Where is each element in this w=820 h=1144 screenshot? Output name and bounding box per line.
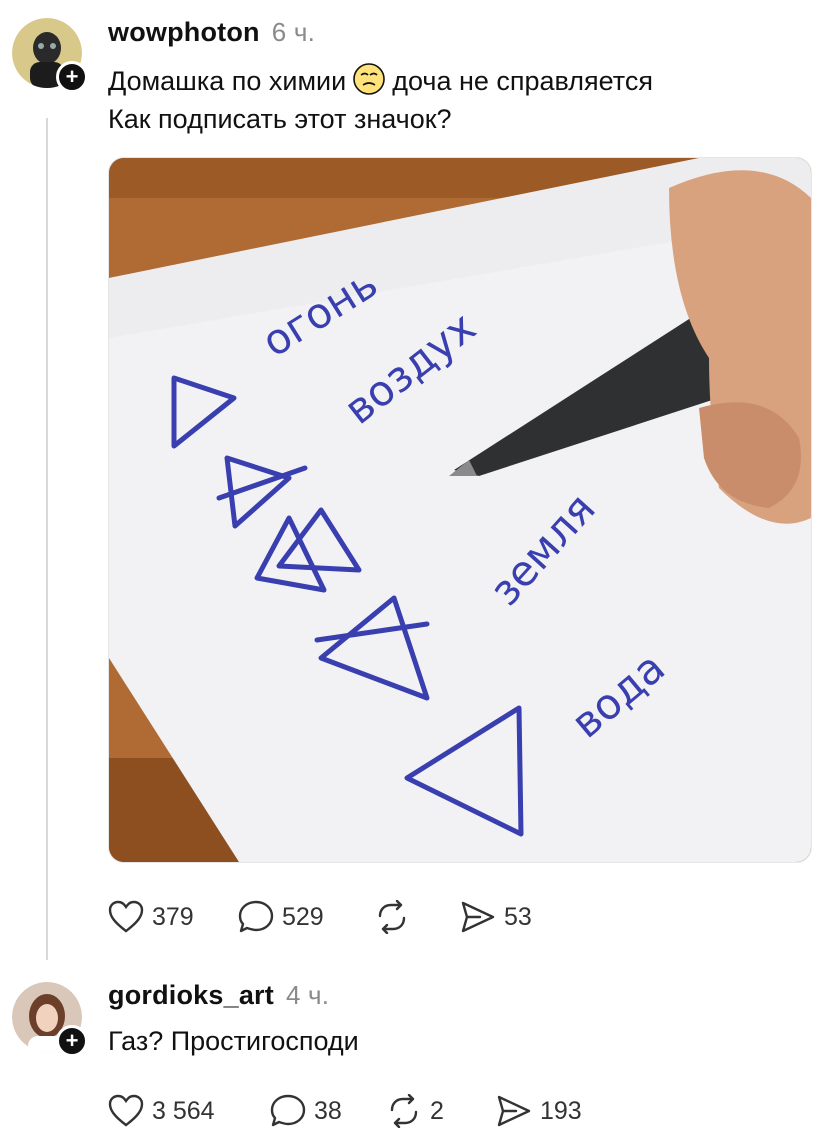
reply-comment-count: 38 (314, 1096, 342, 1125)
comment-icon (238, 900, 274, 933)
post-image[interactable]: огонь воздух земля вода (108, 157, 812, 863)
heart-icon (108, 900, 144, 933)
reply-like-button[interactable]: 3 564 (108, 1094, 270, 1128)
share-icon (461, 901, 495, 933)
reply-username[interactable]: gordioks_art (108, 980, 274, 1010)
post-author[interactable]: wowphoton 6 ч. (108, 17, 315, 48)
reply-share-button[interactable]: 193 (496, 1094, 582, 1128)
post-text-line-1: Домашка по химии доча не справляется (108, 62, 653, 97)
post-text-part-b: доча не справляется (392, 66, 653, 96)
reply-follow-button[interactable]: + (56, 1025, 88, 1057)
comment-button[interactable]: 529 (238, 900, 374, 934)
repost-button[interactable] (374, 900, 460, 934)
share-icon (497, 1095, 531, 1127)
heart-icon (108, 1094, 144, 1127)
post-timestamp: 6 ч. (271, 17, 316, 47)
post-username[interactable]: wowphoton (108, 17, 260, 47)
follow-button[interactable]: + (56, 61, 88, 93)
like-button[interactable]: 379 (108, 900, 238, 934)
post-text-line-2: Как подписать этот значок? (108, 104, 452, 134)
share-button[interactable]: 53 (460, 900, 532, 934)
reply-author[interactable]: gordioks_art 4 ч. (108, 980, 329, 1011)
reply-repost-button[interactable]: 2 (386, 1094, 496, 1128)
reply-share-count: 193 (540, 1096, 582, 1125)
repost-icon (378, 900, 406, 934)
repost-icon (390, 1094, 418, 1128)
reply-text: Газ? Простигосподи (108, 1026, 359, 1056)
plus-icon: + (65, 1028, 79, 1053)
comment-icon (270, 1094, 306, 1127)
thread-line (46, 118, 48, 960)
reply-like-count: 3 564 (152, 1096, 215, 1125)
share-count: 53 (504, 902, 532, 931)
reply-repost-count: 2 (430, 1096, 444, 1125)
reply-comment-button[interactable]: 38 (270, 1094, 386, 1128)
plus-icon: + (65, 64, 79, 89)
emoji-icon (353, 63, 386, 95)
like-count: 379 (152, 902, 194, 931)
reply-actions: 3 564 38 2 193 (108, 1094, 582, 1128)
post-text-part-a: Домашка по химии (108, 66, 347, 96)
comment-count: 529 (282, 902, 324, 931)
reply-timestamp: 4 ч. (285, 980, 330, 1010)
post-actions: 379 529 53 (108, 900, 532, 934)
